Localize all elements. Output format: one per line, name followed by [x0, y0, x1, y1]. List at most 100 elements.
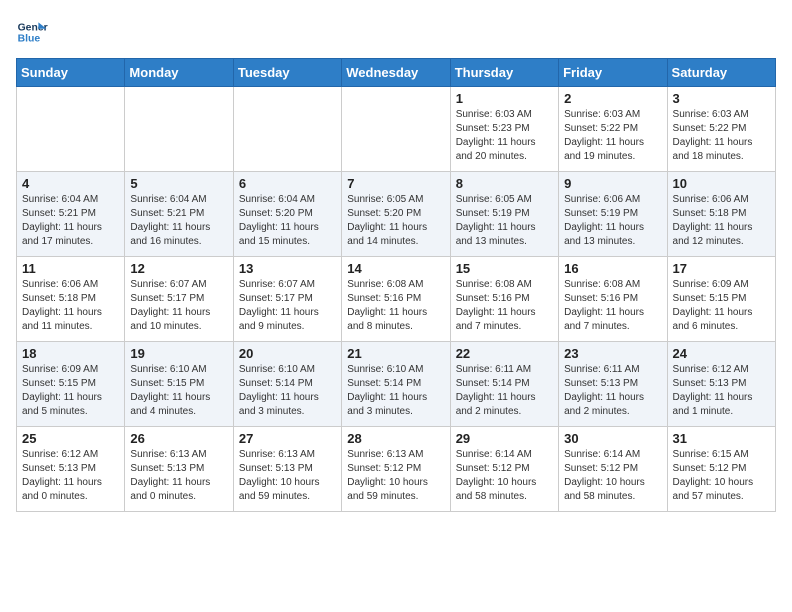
calendar-day-cell	[17, 87, 125, 172]
calendar-week-row: 1 Sunrise: 6:03 AM Sunset: 5:23 PM Daylig…	[17, 87, 776, 172]
day-info: Sunrise: 6:05 AM Sunset: 5:20 PM Dayligh…	[347, 193, 444, 249]
calendar-day-cell: 27 Sunrise: 6:13 AM Sunset: 5:13 PM Dayli…	[233, 427, 341, 512]
day-number: 3	[673, 91, 770, 106]
day-info: Sunrise: 6:03 AM Sunset: 5:23 PM Dayligh…	[456, 108, 553, 164]
day-info: Sunrise: 6:03 AM Sunset: 5:22 PM Dayligh…	[564, 108, 661, 164]
day-number: 24	[673, 346, 770, 361]
calendar-day-cell: 10Sunrise: 6:06 AM Sunset: 5:18 PM Dayli…	[667, 172, 775, 257]
calendar-day-cell: 1 Sunrise: 6:03 AM Sunset: 5:23 PM Daylig…	[450, 87, 558, 172]
day-number: 28	[347, 431, 444, 446]
day-info: Sunrise: 6:04 AM Sunset: 5:20 PM Dayligh…	[239, 193, 336, 249]
day-info: Sunrise: 6:10 AM Sunset: 5:14 PM Dayligh…	[239, 363, 336, 419]
calendar-day-cell: 26 Sunrise: 6:13 AM Sunset: 5:13 PM Dayli…	[125, 427, 233, 512]
day-number: 1	[456, 91, 553, 106]
day-number: 15	[456, 261, 553, 276]
day-info: Sunrise: 6:03 AM Sunset: 5:22 PM Dayligh…	[673, 108, 770, 164]
logo: General Blue	[16, 16, 52, 48]
day-of-week-header: Wednesday	[342, 59, 450, 87]
calendar-day-cell: 9Sunrise: 6:06 AM Sunset: 5:19 PM Daylig…	[559, 172, 667, 257]
calendar-day-cell: 13 Sunrise: 6:07 AM Sunset: 5:17 PM Dayli…	[233, 257, 341, 342]
day-number: 22	[456, 346, 553, 361]
day-info: Sunrise: 6:13 AM Sunset: 5:13 PM Dayligh…	[130, 448, 227, 504]
calendar-day-cell: 3 Sunrise: 6:03 AM Sunset: 5:22 PM Daylig…	[667, 87, 775, 172]
calendar-day-cell: 12 Sunrise: 6:07 AM Sunset: 5:17 PM Dayli…	[125, 257, 233, 342]
calendar-day-cell: 7 Sunrise: 6:05 AM Sunset: 5:20 PM Daylig…	[342, 172, 450, 257]
calendar-day-cell: 14 Sunrise: 6:08 AM Sunset: 5:16 PM Dayli…	[342, 257, 450, 342]
calendar-day-cell: 28 Sunrise: 6:13 AM Sunset: 5:12 PM Dayli…	[342, 427, 450, 512]
calendar-day-cell	[342, 87, 450, 172]
calendar-day-cell: 20 Sunrise: 6:10 AM Sunset: 5:14 PM Dayli…	[233, 342, 341, 427]
day-number: 14	[347, 261, 444, 276]
day-of-week-header: Friday	[559, 59, 667, 87]
day-info: Sunrise: 6:13 AM Sunset: 5:12 PM Dayligh…	[347, 448, 444, 504]
day-number: 6	[239, 176, 336, 191]
day-number: 30	[564, 431, 661, 446]
calendar-day-cell: 4 Sunrise: 6:04 AM Sunset: 5:21 PM Daylig…	[17, 172, 125, 257]
day-number: 21	[347, 346, 444, 361]
day-of-week-header: Tuesday	[233, 59, 341, 87]
calendar-day-cell: 17 Sunrise: 6:09 AM Sunset: 5:15 PM Dayli…	[667, 257, 775, 342]
day-info: Sunrise: 6:12 AM Sunset: 5:13 PM Dayligh…	[22, 448, 119, 504]
calendar-day-cell: 16 Sunrise: 6:08 AM Sunset: 5:16 PM Dayli…	[559, 257, 667, 342]
calendar-header-row: SundayMondayTuesdayWednesdayThursdayFrid…	[17, 59, 776, 87]
day-number: 7	[347, 176, 444, 191]
day-info: Sunrise: 6:05 AM Sunset: 5:19 PM Dayligh…	[456, 193, 553, 249]
calendar-day-cell: 18 Sunrise: 6:09 AM Sunset: 5:15 PM Dayli…	[17, 342, 125, 427]
calendar-day-cell: 22 Sunrise: 6:11 AM Sunset: 5:14 PM Dayli…	[450, 342, 558, 427]
day-number: 13	[239, 261, 336, 276]
day-info: Sunrise: 6:08 AM Sunset: 5:16 PM Dayligh…	[347, 278, 444, 334]
calendar-day-cell	[233, 87, 341, 172]
day-info: Sunrise: 6:10 AM Sunset: 5:15 PM Dayligh…	[130, 363, 227, 419]
day-number: 29	[456, 431, 553, 446]
day-info: Sunrise: 6:06 AM Sunset: 5:18 PM Dayligh…	[22, 278, 119, 334]
day-number: 23	[564, 346, 661, 361]
calendar-day-cell: 23Sunrise: 6:11 AM Sunset: 5:13 PM Dayli…	[559, 342, 667, 427]
calendar-day-cell: 29Sunrise: 6:14 AM Sunset: 5:12 PM Dayli…	[450, 427, 558, 512]
calendar-day-cell: 5Sunrise: 6:04 AM Sunset: 5:21 PM Daylig…	[125, 172, 233, 257]
calendar-week-row: 4 Sunrise: 6:04 AM Sunset: 5:21 PM Daylig…	[17, 172, 776, 257]
day-number: 20	[239, 346, 336, 361]
day-number: 31	[673, 431, 770, 446]
day-info: Sunrise: 6:07 AM Sunset: 5:17 PM Dayligh…	[130, 278, 227, 334]
day-info: Sunrise: 6:08 AM Sunset: 5:16 PM Dayligh…	[456, 278, 553, 334]
day-info: Sunrise: 6:09 AM Sunset: 5:15 PM Dayligh…	[22, 363, 119, 419]
day-info: Sunrise: 6:07 AM Sunset: 5:17 PM Dayligh…	[239, 278, 336, 334]
day-number: 4	[22, 176, 119, 191]
calendar-day-cell: 15 Sunrise: 6:08 AM Sunset: 5:16 PM Dayli…	[450, 257, 558, 342]
calendar-day-cell: 11Sunrise: 6:06 AM Sunset: 5:18 PM Dayli…	[17, 257, 125, 342]
day-info: Sunrise: 6:09 AM Sunset: 5:15 PM Dayligh…	[673, 278, 770, 334]
day-number: 27	[239, 431, 336, 446]
day-number: 18	[22, 346, 119, 361]
calendar-day-cell: 6 Sunrise: 6:04 AM Sunset: 5:20 PM Daylig…	[233, 172, 341, 257]
calendar-day-cell: 8Sunrise: 6:05 AM Sunset: 5:19 PM Daylig…	[450, 172, 558, 257]
day-number: 10	[673, 176, 770, 191]
day-info: Sunrise: 6:04 AM Sunset: 5:21 PM Dayligh…	[22, 193, 119, 249]
calendar-day-cell	[125, 87, 233, 172]
day-info: Sunrise: 6:12 AM Sunset: 5:13 PM Dayligh…	[673, 363, 770, 419]
day-info: Sunrise: 6:13 AM Sunset: 5:13 PM Dayligh…	[239, 448, 336, 504]
day-of-week-header: Sunday	[17, 59, 125, 87]
calendar-day-cell: 30 Sunrise: 6:14 AM Sunset: 5:12 PM Dayli…	[559, 427, 667, 512]
day-info: Sunrise: 6:11 AM Sunset: 5:14 PM Dayligh…	[456, 363, 553, 419]
calendar-day-cell: 21 Sunrise: 6:10 AM Sunset: 5:14 PM Dayli…	[342, 342, 450, 427]
svg-text:Blue: Blue	[18, 34, 41, 45]
day-info: Sunrise: 6:04 AM Sunset: 5:21 PM Dayligh…	[130, 193, 227, 249]
day-info: Sunrise: 6:15 AM Sunset: 5:12 PM Dayligh…	[673, 448, 770, 504]
calendar-week-row: 11Sunrise: 6:06 AM Sunset: 5:18 PM Dayli…	[17, 257, 776, 342]
day-number: 2	[564, 91, 661, 106]
day-of-week-header: Monday	[125, 59, 233, 87]
day-info: Sunrise: 6:10 AM Sunset: 5:14 PM Dayligh…	[347, 363, 444, 419]
day-of-week-header: Saturday	[667, 59, 775, 87]
day-number: 25	[22, 431, 119, 446]
day-info: Sunrise: 6:06 AM Sunset: 5:19 PM Dayligh…	[564, 193, 661, 249]
day-number: 17	[673, 261, 770, 276]
day-number: 12	[130, 261, 227, 276]
day-info: Sunrise: 6:14 AM Sunset: 5:12 PM Dayligh…	[564, 448, 661, 504]
calendar-day-cell: 19Sunrise: 6:10 AM Sunset: 5:15 PM Dayli…	[125, 342, 233, 427]
day-of-week-header: Thursday	[450, 59, 558, 87]
day-info: Sunrise: 6:08 AM Sunset: 5:16 PM Dayligh…	[564, 278, 661, 334]
logo-icon: General Blue	[16, 16, 48, 48]
calendar-table: SundayMondayTuesdayWednesdayThursdayFrid…	[16, 58, 776, 512]
day-number: 26	[130, 431, 227, 446]
day-number: 16	[564, 261, 661, 276]
